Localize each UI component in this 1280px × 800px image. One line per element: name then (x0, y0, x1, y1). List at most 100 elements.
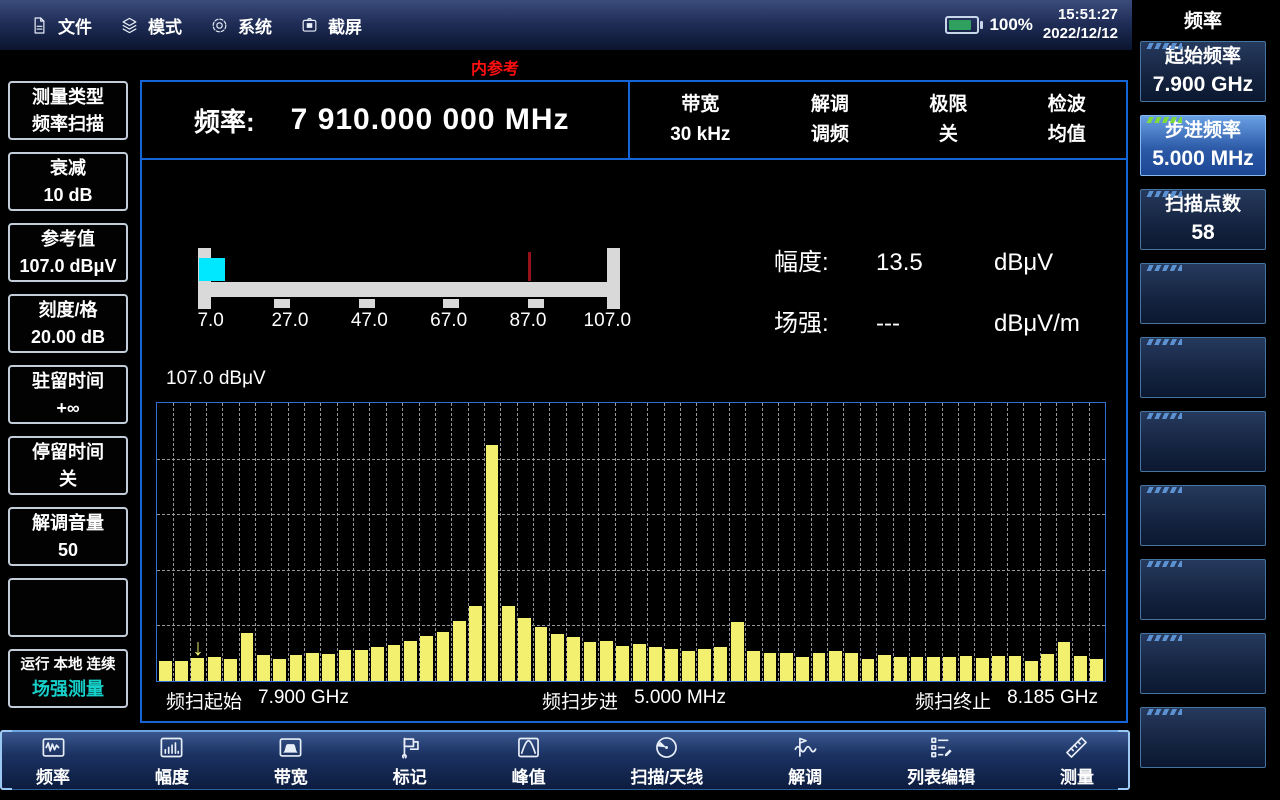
spectrum-cell (827, 403, 843, 681)
spectrum-bar (633, 644, 646, 681)
spectrum-bar (257, 655, 270, 681)
spectrum-cell (239, 403, 255, 681)
spectrum-bar (600, 641, 613, 681)
softkey-line2: 场强测量 (32, 676, 104, 702)
toolbar-measure[interactable]: 测量 (1060, 734, 1094, 788)
softkey-reference-level[interactable]: 参考值107.0 dBμV (8, 223, 128, 282)
spectrum-cell (942, 403, 958, 681)
softkey-line1: 驻留时间 (32, 368, 104, 394)
softkey-attenuation[interactable]: 衰减10 dB (8, 152, 128, 211)
softkey-empty-5[interactable] (1140, 559, 1266, 620)
softkey-line1: 解调音量 (32, 510, 104, 536)
menu-mode[interactable]: 模式 (120, 13, 182, 38)
spectrum-bar (273, 659, 286, 681)
toolbar-sweep-antenna[interactable]: 扫描/天线 (631, 734, 704, 788)
softkey-demod-volume[interactable]: 解调音量50 (8, 507, 128, 566)
softkey-empty-3[interactable] (1140, 411, 1266, 472)
softkey-empty-6[interactable] (1140, 633, 1266, 694)
spectrum-bar (764, 653, 777, 681)
sweep-start-label: 频扫起始 (166, 687, 242, 714)
menu-system[interactable]: 系统 (210, 13, 272, 38)
toolbar-frequency[interactable]: 频率 (36, 734, 70, 788)
spectrum-cell (1089, 403, 1105, 681)
spectrum-cell (206, 403, 222, 681)
toolbar-peak[interactable]: 峰值 (512, 734, 546, 788)
spectrum-cell (533, 403, 549, 681)
menu-label: 系统 (238, 13, 272, 38)
toolbar-marker[interactable]: 标记 (393, 734, 427, 788)
softkey-value: 58 (1191, 218, 1214, 247)
toolbar-list-edit[interactable]: 列表编辑 (907, 734, 975, 788)
spectrum-cell (958, 403, 974, 681)
softkey-dwell-time[interactable]: 驻留时间+∞ (8, 365, 128, 424)
softkey-step-frequency[interactable]: 步进频率5.000 MHz (1140, 115, 1266, 176)
softkey-line1: 测量类型 (32, 84, 104, 110)
toolbar-demodulation[interactable]: 解调 (788, 734, 822, 788)
spectrum-cell (369, 403, 385, 681)
toolbar-label: 带宽 (274, 763, 308, 788)
softkey-empty-1[interactable] (1140, 263, 1266, 324)
sweep-start-value: 7.900 GHz (258, 687, 349, 714)
spectrum-cell (892, 403, 908, 681)
softkey-hold-time[interactable]: 停留时间关 (8, 436, 128, 495)
menu-file[interactable]: 文件 (30, 13, 92, 38)
measurement-body: 7.027.047.067.087.0107.0 幅度: 13.5 dBμV 场… (142, 160, 1126, 721)
battery-fill (949, 20, 971, 30)
spectrum-bar (894, 657, 907, 681)
meter-scale-label: 27.0 (271, 310, 308, 332)
spectrum-bar (698, 649, 711, 681)
spectrum-cell (1072, 403, 1088, 681)
spectrum-cell (255, 403, 271, 681)
softkey-empty[interactable] (8, 578, 128, 637)
spectrum-bar (665, 649, 678, 681)
setting-value: 调频 (811, 120, 849, 150)
softkey-line2: 107.0 dBμV (19, 253, 116, 279)
softkey-empty-4[interactable] (1140, 485, 1266, 546)
toolbar-label: 测量 (1060, 763, 1094, 788)
setting-bandwidth: 带宽30 kHz (670, 90, 730, 151)
toolbar-label: 频率 (36, 763, 70, 788)
toolbar-bandwidth[interactable]: 带宽 (274, 734, 308, 788)
spectrum-cell (991, 403, 1007, 681)
field-strength-unit: dBμV/m (994, 310, 1080, 338)
meter-scale-label: 107.0 (584, 310, 632, 332)
battery-icon (945, 16, 979, 34)
menu-screenshot[interactable]: 截屏 (300, 13, 362, 38)
settings-summary: 带宽30 kHz解调调频极限关检波均值 (630, 82, 1126, 158)
frequency-label: 频率: (194, 102, 255, 139)
softkey-measurement-type[interactable]: 测量类型频率扫描 (8, 81, 128, 140)
spectrum-cell (337, 403, 353, 681)
amplitude-unit: dBμV (994, 249, 1080, 277)
softkey-empty-2[interactable] (1140, 337, 1266, 398)
spectrum-bar (241, 633, 254, 681)
spectrum-cell (843, 403, 859, 681)
meter-right-cap (607, 248, 620, 309)
spectrum-bar (1025, 661, 1038, 681)
spectrum-cell (598, 403, 614, 681)
meter-scale-label: 47.0 (351, 310, 388, 332)
softkey-scale-per-div[interactable]: 刻度/格20.00 dB (8, 294, 128, 353)
softkey-line1: 运行 本地 连续 (20, 655, 115, 676)
level-meter: 7.027.047.067.087.0107.0 (198, 248, 620, 343)
spectrum-bar (747, 651, 760, 681)
softkey-empty-7[interactable] (1140, 707, 1266, 768)
spectrum-bar (486, 445, 499, 681)
softkey-line2: 关 (59, 466, 77, 492)
softkey-line1: 停留时间 (32, 439, 104, 465)
spectrum-bar (862, 659, 875, 681)
spectrum-bar (469, 606, 482, 681)
spectrum-cell (696, 403, 712, 681)
spectrum-cell (794, 403, 810, 681)
softkey-run-status[interactable]: 运行 本地 连续场强测量 (8, 649, 128, 708)
meter-bar (198, 282, 620, 297)
spectrum-bar (992, 656, 1005, 681)
softkey-sweep-points[interactable]: 扫描点数58 (1140, 189, 1266, 250)
softkey-start-frequency[interactable]: 起始频率7.900 GHz (1140, 41, 1266, 102)
toolbar-amplitude[interactable]: 幅度 (155, 734, 189, 788)
meter-tick (528, 299, 544, 308)
spectrum-bar (1090, 659, 1103, 681)
spectrum-bar (339, 650, 352, 681)
softkey-line2: +∞ (56, 395, 79, 421)
frequency-value: 7 910.000 000 MHz (291, 103, 570, 137)
spectrum-bar (355, 650, 368, 681)
